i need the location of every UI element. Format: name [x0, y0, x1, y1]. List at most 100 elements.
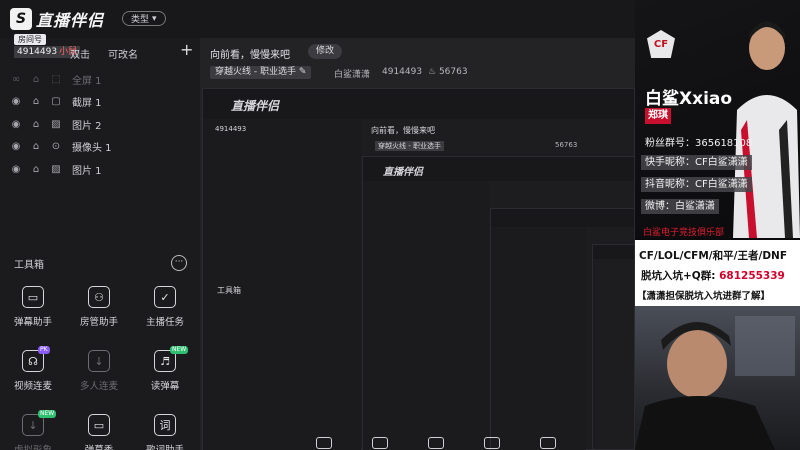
room-id-secondary: 4914493 — [382, 67, 423, 77]
echo-room-id: 4914493 — [215, 125, 247, 133]
streamer-card: CF 白鲨Xxiao 郑琪 粉丝群号：365618108 快手昵称：CF白鲨潇潇… — [635, 0, 800, 238]
webcam-image — [635, 316, 795, 450]
echo-toolbox: 工具箱 — [217, 286, 241, 295]
link-icon[interactable]: ∞ — [10, 74, 22, 85]
echo-topbar — [491, 209, 634, 227]
promo-qq-prefix: 脱坑入坑+Q群: — [641, 270, 716, 282]
lock-icon[interactable]: ⌂ — [30, 119, 42, 130]
douyin-nickname: 抖音昵称：CF白鲨潇潇 — [641, 177, 752, 192]
new-badge: NEW — [170, 346, 189, 354]
tool-label: 主播任务 — [145, 317, 184, 328]
layer-row-camera[interactable]: ◉ ⌂ ⊙ 摄像头 1 — [0, 136, 198, 159]
promo-games: CF/LOL/CFM/和平/王者/DNF — [639, 250, 787, 262]
chevron-down-icon: ▾ — [152, 13, 157, 24]
promo-banner: CF/LOL/CFM/和平/王者/DNF 脱坑入坑+Q群: 681255339 … — [635, 240, 800, 306]
promo-qq-number: 681255339 — [719, 270, 785, 282]
pencil-icon: ✎ — [298, 67, 307, 77]
more-tools-button[interactable]: ··· — [171, 255, 187, 271]
layer-row-fullscreen[interactable]: ∞ ⌂ ⬚ 全屏 1 — [0, 68, 198, 91]
modify-title-button[interactable]: 修改 — [308, 44, 343, 59]
lock-icon[interactable]: ⌂ — [30, 74, 42, 85]
layer-label: 截屏 1 — [72, 98, 102, 110]
room-id-value: 4914493 — [17, 47, 58, 57]
type-selector[interactable]: 类型 ▾ — [122, 11, 166, 26]
eye-icon[interactable]: ◉ — [10, 164, 22, 175]
tool-multi-link[interactable]: ↓ 多人连麦 — [66, 350, 132, 400]
tool-streamer-tasks[interactable]: ✓ 主播任务 — [132, 286, 198, 336]
logo-text: 直播伴侣 — [36, 11, 105, 30]
echo-slogan: 向前看，慢慢来吧 — [371, 126, 435, 135]
capture-icon: ▢ — [51, 96, 61, 108]
screen-icon[interactable] — [316, 437, 332, 449]
fullscreen-icon: ⬚ — [51, 73, 61, 85]
layer-row-image-1[interactable]: ◉ ⌂ ▨ 图片 1 — [0, 158, 198, 181]
tab-rename[interactable]: 可改名 — [108, 46, 138, 61]
echo-topbar — [593, 245, 634, 259]
eye-icon[interactable]: ◉ — [10, 141, 22, 152]
layer-tabs: 双击 可改名 — [70, 46, 138, 61]
lock-icon[interactable]: ⌂ — [30, 141, 42, 152]
overlay-real-name: 郑琪 — [645, 108, 671, 124]
danmaku-icon: ▭ — [22, 286, 44, 308]
new-badge: NEW — [38, 410, 57, 418]
eye-icon[interactable]: ◉ — [10, 119, 22, 130]
tool-label: 弹幕秀 — [85, 442, 114, 450]
toolbox-header: 工具箱 — [14, 259, 44, 271]
layer-row-capture[interactable]: ◉ ⌂ ▢ 截屏 1 — [0, 91, 198, 114]
text-icon[interactable] — [540, 437, 556, 449]
layer-label: 图片 2 — [72, 120, 102, 132]
echo-category: 穿越火线 - 职业选手 — [375, 141, 444, 151]
streamer-photo — [733, 21, 800, 238]
tab-double-click[interactable]: 双击 — [70, 46, 90, 61]
team-logo-icon: CF — [647, 30, 675, 58]
logo-mark-icon: S — [10, 8, 32, 30]
tool-read-danmaku[interactable]: ♬ NEW 读弹幕 — [132, 346, 198, 400]
top-bar: S 直播伴侣 类型 ▾ — [0, 0, 635, 38]
image-icon: ▨ — [51, 163, 61, 175]
tool-danmaku-assistant[interactable]: ▭ 弹幕助手 — [0, 286, 66, 336]
manager-icon: ⚇ — [88, 286, 110, 308]
streamer-overlay: CF 白鲨Xxiao 郑琪 粉丝群号：365618108 快手昵称：CF白鲨潇潇… — [635, 0, 800, 450]
weibo-account: 微博：白鲨潇潇 — [641, 199, 719, 214]
tool-label: 虚拟形象 — [14, 442, 52, 450]
layer-list: ∞ ⌂ ⬚ 全屏 1 ◉ ⌂ ▢ 截屏 1 ◉ ⌂ ▨ 图片 2 ◉ ⌂ ⊙ 摄… — [0, 68, 198, 181]
kuaishou-nickname: 快手昵称：CF白鲨潇潇 — [641, 155, 752, 170]
layer-row-image-2[interactable]: ◉ ⌂ ▨ 图片 2 — [0, 113, 198, 136]
screen-echo-level-4 — [592, 244, 635, 450]
tool-danmaku-show[interactable]: ▭ 弹幕秀 — [66, 414, 132, 450]
echo-logo: 直播伴侣 — [383, 167, 423, 178]
live-companion-app: S 直播伴侣 类型 ▾ 房间号 4914493 小鼠 双击 可改名 + ∞ ⌂ ⬚… — [0, 0, 635, 450]
overlay-streamer-name: 白鲨Xxiao — [645, 89, 733, 109]
category-tag[interactable]: 穿越火线 - 职业选手 ✎ — [210, 66, 312, 79]
heat-value: 56763 — [438, 67, 468, 77]
layer-label: 全屏 1 — [72, 75, 102, 87]
lock-icon[interactable]: ⌂ — [30, 164, 42, 175]
app-logo: S 直播伴侣 — [10, 6, 104, 32]
layer-label: 图片 1 — [72, 165, 102, 177]
add-layer-button[interactable]: + — [180, 42, 193, 58]
image-icon[interactable] — [428, 437, 444, 449]
tool-video-link[interactable]: ☊ PK 视频连麦 — [0, 346, 66, 400]
camera-icon: ⊙ — [51, 141, 61, 153]
tool-room-manager[interactable]: ⚇ 房管助手 — [66, 286, 132, 336]
lock-icon[interactable]: ⌂ — [30, 96, 42, 107]
toolbox-grid: ▭ 弹幕助手 ⚇ 房管助手 ✓ 主播任务 ☊ PK 视频连麦 ↓ 多人连麦 ♬ … — [0, 286, 198, 450]
echo-sidebar — [363, 181, 489, 450]
task-icon: ✓ — [154, 286, 176, 308]
club-name: 白鲨电子竞技俱乐部 — [643, 228, 725, 238]
stream-title: 向前看，慢慢来吧 — [210, 50, 290, 61]
tool-label: 房管助手 — [79, 317, 118, 328]
tool-virtual-avatar[interactable]: ↓ NEW 虚拟形象 — [0, 410, 66, 450]
tool-lyrics-assistant[interactable]: 词 歌词助手 — [132, 414, 198, 450]
tool-label: 视频连麦 — [13, 381, 52, 392]
streamer-name: 白鲨潇潇 — [334, 70, 371, 80]
window-icon[interactable] — [484, 437, 500, 449]
echo-logo: 直播伴侣 — [231, 99, 280, 113]
echo-heat: 56763 — [555, 141, 578, 149]
room-number-badge: 房间号 — [14, 34, 46, 45]
camera-icon[interactable] — [372, 437, 388, 449]
eye-icon[interactable]: ◉ — [10, 96, 22, 107]
tool-label: 读弹幕 — [150, 381, 180, 392]
image-icon: ▨ — [51, 118, 61, 130]
fan-group-number: 粉丝群号：365618108 — [645, 138, 753, 149]
